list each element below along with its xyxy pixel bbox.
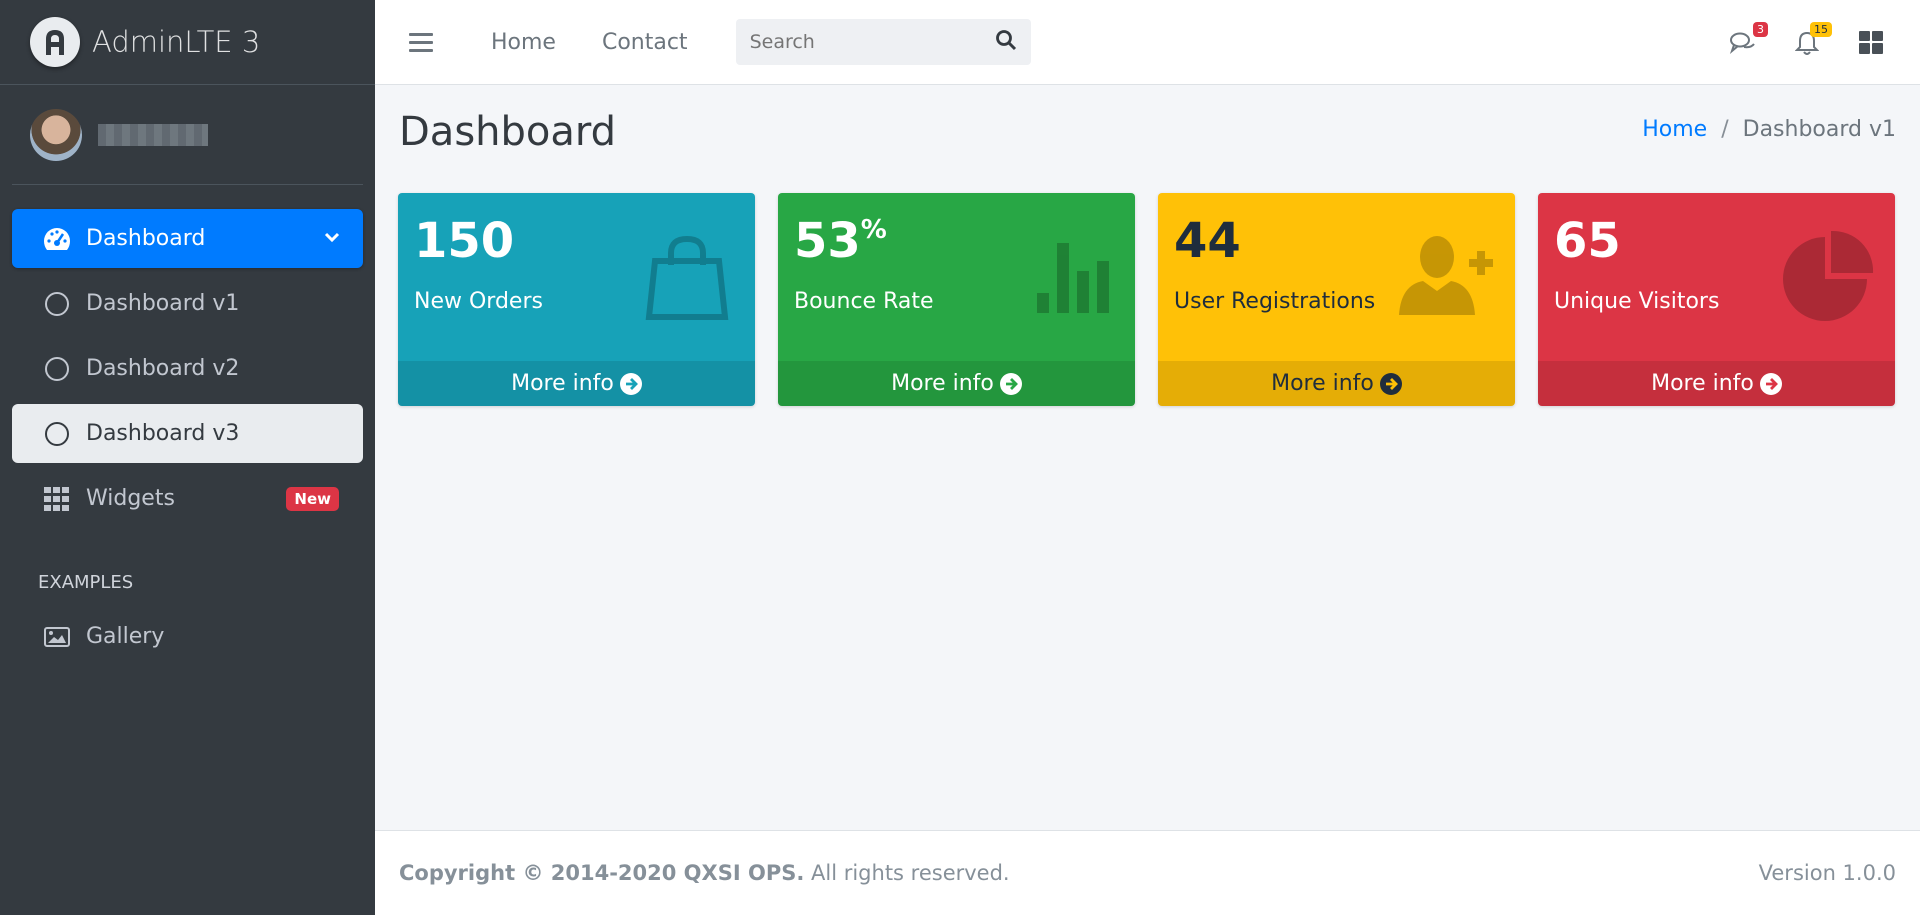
shopping-bag-icon	[641, 231, 733, 327]
sidebar-item-label: Gallery	[86, 624, 165, 649]
more-info-link[interactable]: More info	[398, 361, 755, 406]
small-box-new-orders: 150 New Orders More info	[398, 193, 755, 406]
brand-name: AdminLTE 3	[92, 25, 261, 59]
sidebar-item-label: Dashboard v3	[86, 421, 240, 446]
circle-outline-icon	[42, 289, 72, 319]
bar-chart-icon	[1037, 243, 1113, 317]
breadcrumb-current: Dashboard v1	[1742, 117, 1896, 142]
box-value: 44	[1174, 213, 1241, 269]
image-icon	[42, 622, 72, 652]
top-navbar: Home Contact 3 15	[375, 0, 1920, 85]
navbar-search	[735, 19, 1031, 65]
copyright-strong: Copyright © 2014-2020 QXSI OPS.	[399, 861, 805, 885]
new-badge: New	[286, 487, 339, 511]
hamburger-menu-icon[interactable]	[409, 28, 433, 57]
nav-header-examples: EXAMPLES	[38, 572, 134, 593]
box-value: 53%	[794, 213, 887, 269]
messages-badge: 3	[1753, 21, 1768, 37]
circle-outline-icon	[42, 419, 72, 449]
arrow-circle-right-icon	[1379, 372, 1402, 395]
sidebar-item-label: Dashboard v2	[86, 356, 240, 381]
box-label: Bounce Rate	[794, 289, 934, 314]
messages-icon[interactable]: 3	[1728, 21, 1768, 58]
sidebar-item-label: Dashboard v1	[86, 291, 240, 316]
grid-icon	[42, 484, 72, 514]
version-text: Version 1.0.0	[1758, 861, 1896, 885]
arrow-circle-right-icon	[619, 372, 642, 395]
more-info-label: More info	[1651, 371, 1754, 396]
box-value-suffix: %	[860, 215, 887, 245]
sidebar-item-gallery[interactable]: Gallery	[12, 607, 363, 666]
nav-link-home[interactable]: Home	[491, 30, 556, 55]
more-info-label: More info	[891, 371, 994, 396]
sidebar-item-dashboard-v3[interactable]: Dashboard v3	[12, 404, 363, 463]
sidebar-item-dashboard-v1[interactable]: Dashboard v1	[12, 274, 363, 333]
user-name-redacted[interactable]	[98, 123, 208, 146]
more-info-link[interactable]: More info	[1158, 361, 1515, 406]
small-box-bounce-rate: 53% Bounce Rate More info	[778, 193, 1135, 406]
user-panel[interactable]	[12, 85, 363, 185]
box-label: User Registrations	[1174, 289, 1376, 314]
notifications-badge: 15	[1810, 21, 1832, 37]
brand-link[interactable]: AdminLTE 3	[0, 0, 375, 85]
nav-link-contact[interactable]: Contact	[602, 30, 688, 55]
sidebar-item-label: Widgets	[86, 486, 175, 511]
control-sidebar-grid-icon[interactable]	[1856, 28, 1886, 58]
box-value: 150	[414, 213, 515, 269]
main-footer: Copyright © 2014-2020 QXSI OPS. All righ…	[375, 830, 1920, 915]
more-info-label: More info	[511, 371, 614, 396]
more-info-link[interactable]: More info	[778, 361, 1135, 406]
small-box-user-registrations: 44 User Registrations More info	[1158, 193, 1515, 406]
copyright-text: Copyright © 2014-2020 QXSI OPS. All righ…	[399, 861, 1010, 885]
box-label: Unique Visitors	[1554, 289, 1720, 314]
rights-text: All rights reserved.	[804, 861, 1010, 885]
more-info-link[interactable]: More info	[1538, 361, 1895, 406]
navbar-right: 3 15	[1728, 0, 1920, 85]
tachometer-icon	[42, 224, 72, 254]
search-icon[interactable]	[995, 29, 1017, 55]
arrow-circle-right-icon	[1759, 372, 1782, 395]
main-sidebar: AdminLTE 3 Dashboard Dashboard v1 Dashbo…	[0, 0, 375, 915]
box-label: New Orders	[414, 289, 543, 314]
brand-logo-icon	[30, 17, 80, 67]
sidebar-item-dashboard-v2[interactable]: Dashboard v2	[12, 339, 363, 398]
more-info-label: More info	[1271, 371, 1374, 396]
circle-outline-icon	[42, 354, 72, 384]
sidebar-item-dashboard[interactable]: Dashboard	[12, 209, 363, 268]
breadcrumb: Home / Dashboard v1	[1642, 117, 1896, 142]
sidebar-item-widgets[interactable]: Widgets New	[12, 469, 363, 528]
user-plus-icon	[1399, 235, 1497, 319]
arrow-circle-right-icon	[999, 372, 1022, 395]
breadcrumb-separator: /	[1721, 117, 1729, 142]
box-value: 65	[1554, 213, 1621, 269]
small-boxes-row: 150 New Orders More info 53% Bounce Rate…	[398, 193, 1895, 406]
notifications-bell-icon[interactable]: 15	[1792, 21, 1832, 58]
chevron-down-icon	[323, 227, 341, 252]
search-input[interactable]	[749, 31, 970, 53]
avatar[interactable]	[30, 108, 82, 161]
page-title: Dashboard	[399, 109, 617, 155]
sidebar-nav: Dashboard Dashboard v1 Dashboard v2 Dash…	[0, 185, 375, 666]
sidebar-item-label: Dashboard	[86, 226, 206, 251]
content-wrapper: Dashboard Home / Dashboard v1 150 New Or…	[375, 85, 1920, 830]
breadcrumb-home-link[interactable]: Home	[1642, 117, 1707, 142]
pie-chart-icon	[1781, 229, 1875, 325]
small-box-unique-visitors: 65 Unique Visitors More info	[1538, 193, 1895, 406]
